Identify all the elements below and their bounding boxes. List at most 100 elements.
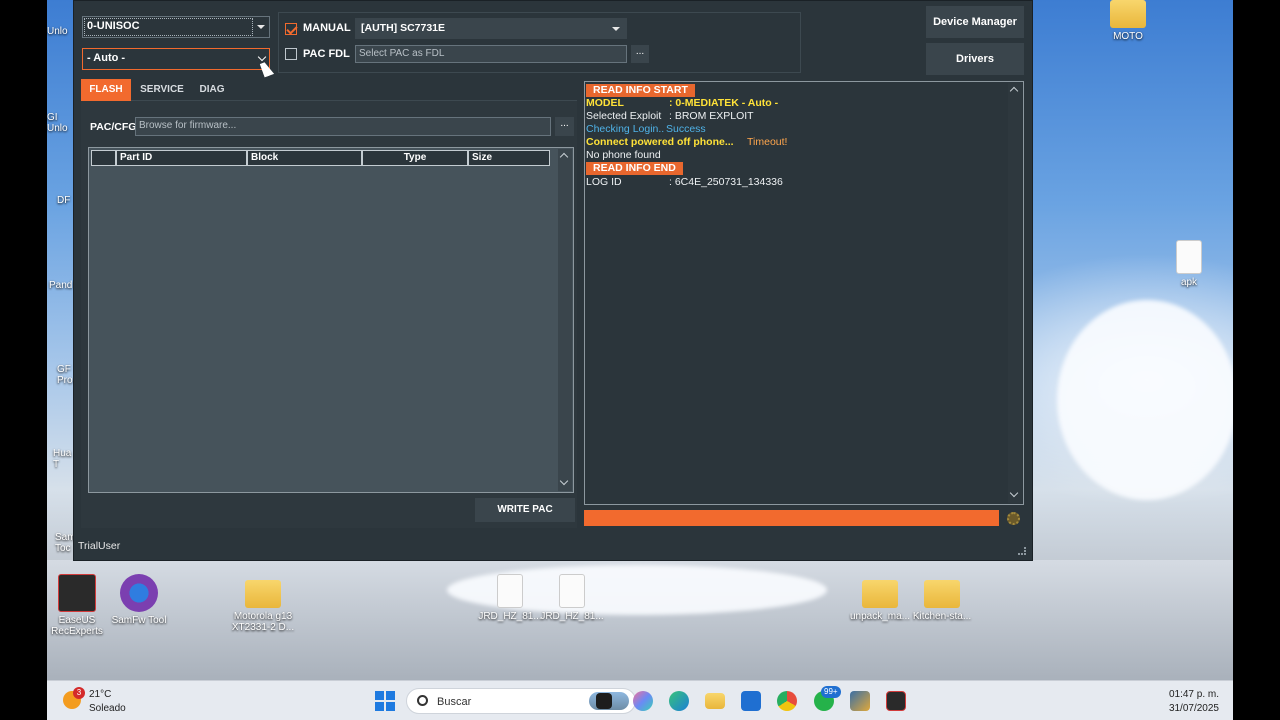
search-placeholder: Buscar (437, 696, 472, 708)
search-icon (417, 695, 428, 706)
device-manager-button[interactable]: Device Manager (926, 6, 1024, 38)
taskbar: 3 21°C Soleado Buscar 99+ 01:47 p. m. 31… (47, 680, 1233, 720)
folder-icon (862, 580, 898, 608)
platform-select-value: 0-UNISOC (87, 20, 140, 32)
log-no-phone: No phone found (586, 149, 661, 161)
auth-select-value: [AUTH] SC7731E (361, 22, 446, 34)
tab-flash[interactable]: FLASH (81, 79, 131, 101)
wallpaper-tree (1057, 300, 1233, 500)
desktop-icon-unpack[interactable]: unpack_ma... (847, 574, 913, 622)
letterbox-left (0, 0, 47, 720)
log-end-tag: READ INFO END (586, 162, 683, 175)
table-scrollbar[interactable] (558, 149, 572, 491)
tab-diag[interactable]: DIAG (191, 79, 233, 101)
status-user: TrialUser (78, 540, 121, 552)
desktop-icon-apk[interactable]: apk (1156, 240, 1222, 288)
manual-checkbox[interactable] (285, 23, 297, 35)
edge-browser-icon[interactable] (669, 691, 689, 711)
clock-time: 01:47 p. m. (1168, 689, 1219, 700)
desktop-icon-motorola-folder[interactable]: Motorola g13 XT2331-2 D... (230, 574, 296, 633)
tab-bar: FLASH SERVICE DIAG (81, 79, 577, 101)
log-scrollbar[interactable] (1008, 83, 1022, 503)
busy-gear-icon (1007, 512, 1020, 525)
scroll-down-icon[interactable] (559, 476, 569, 486)
mode-select-value: - Auto - (87, 52, 126, 64)
auth-select[interactable]: [AUTH] SC7731E (355, 18, 627, 39)
system-clock[interactable]: 01:47 p. m. 31/07/2025 (1169, 688, 1219, 716)
log-start-tag: READ INFO START (586, 84, 695, 97)
weather-condition: Soleado (89, 703, 126, 714)
desktop-icon-jrd-2[interactable]: JRD_HZ_81... (539, 574, 605, 622)
manual-label: MANUAL (303, 22, 351, 34)
desktop-icon-kitchen[interactable]: Kitchen-sta... (909, 574, 975, 622)
chevron-down-icon (257, 52, 267, 62)
firmware-input[interactable]: Browse for firmware... (135, 117, 551, 136)
desktop-icon-easeus[interactable]: EaseUS RecExperts (47, 574, 110, 637)
pac-fdl-checkbox[interactable] (285, 48, 297, 60)
weather-badge: 3 (73, 687, 85, 699)
firmware-browse-button[interactable]: ... (555, 117, 574, 136)
task-view-icon[interactable] (596, 693, 612, 709)
file-icon (559, 574, 585, 608)
table-header: Part ID Block Type Size (91, 150, 550, 166)
whatsapp-badge: 99+ (821, 686, 841, 698)
write-pac-button[interactable]: WRITE PAC (475, 498, 575, 522)
drivers-button[interactable]: Drivers (926, 43, 1024, 75)
pac-fdl-browse-button[interactable]: ... (631, 45, 649, 63)
desktop-icon-jrd-1[interactable]: JRD_HZ_81... (477, 574, 543, 622)
log-id-value: : 6C4E_250731_134336 (669, 176, 783, 188)
clock-date: 31/07/2025 (1168, 703, 1219, 714)
copilot-icon[interactable] (633, 691, 653, 711)
scroll-up-icon[interactable] (559, 152, 569, 162)
windows-start-icon[interactable] (375, 691, 395, 711)
scroll-up-icon[interactable] (1009, 86, 1019, 96)
desktop-icon-moto[interactable]: MOTO (1095, 0, 1161, 42)
file-icon (1176, 240, 1202, 274)
flash-tool-icon[interactable] (850, 691, 870, 711)
pac-fdl-input[interactable]: Select PAC as FDL (355, 45, 627, 63)
folder-icon (924, 580, 960, 608)
log-connect-timeout: Timeout! (747, 136, 788, 148)
folder-icon (1110, 0, 1146, 28)
platform-select[interactable]: 0-UNISOC (82, 16, 270, 38)
microsoft-store-icon[interactable] (741, 691, 761, 711)
chrome-browser-icon[interactable] (777, 691, 797, 711)
desktop-icon-partial[interactable]: Pand (49, 280, 75, 291)
file-icon (497, 574, 523, 608)
file-explorer-icon[interactable] (705, 693, 725, 709)
column-header-check[interactable] (91, 150, 116, 166)
column-header-size[interactable]: Size (468, 150, 550, 166)
log-model-key: MODEL (586, 97, 624, 109)
tab-service[interactable]: SERVICE (134, 79, 190, 101)
mode-select[interactable]: - Auto - (82, 48, 270, 70)
letterbox-right (1233, 0, 1280, 720)
progress-bar (584, 510, 999, 526)
chevron-down-icon (257, 25, 265, 29)
samfw-gear-icon (120, 574, 158, 612)
resize-grip-icon[interactable] (1018, 547, 1026, 555)
partition-table: Part ID Block Type Size (88, 147, 574, 493)
log-login-success: Success (666, 123, 706, 135)
column-header-block[interactable]: Block (247, 150, 362, 166)
app-window: 0-UNISOC - Auto - MANUAL [AUTH] SC7731E … (73, 0, 1033, 561)
desktop-icon-partial[interactable]: Unlo (47, 26, 73, 37)
log-id-key: LOG ID (586, 176, 622, 188)
desktop-icon-samfw[interactable]: SamFw Tool (106, 574, 172, 626)
log-model-value: : 0-MEDIATEK - Auto - (669, 97, 779, 109)
log-exploit-value: : BROM EXPLOIT (669, 110, 754, 122)
column-header-type[interactable]: Type (362, 150, 468, 166)
log-connect-prompt: Connect powered off phone... (586, 136, 734, 148)
easeus-recorder-icon (58, 574, 96, 612)
pac-cfg-label: PAC/CFG (90, 121, 137, 133)
easeus-recorder-taskbar-icon[interactable] (886, 691, 906, 711)
scroll-down-icon[interactable] (1009, 488, 1019, 498)
log-exploit-key: Selected Exploit (586, 110, 662, 122)
column-header-part-id[interactable]: Part ID (116, 150, 247, 166)
pac-fdl-label: PAC FDL (303, 48, 350, 60)
desktop-icon-partial[interactable]: GI Unlo (47, 112, 73, 134)
options-group: MANUAL [AUTH] SC7731E PAC FDL Select PAC… (278, 12, 801, 73)
log-login-checking: Checking Login.. (586, 123, 665, 135)
chevron-down-icon (612, 27, 620, 31)
log-console: READ INFO START MODEL : 0-MEDIATEK - Aut… (584, 81, 1024, 505)
weather-temp: 21°C (89, 689, 112, 700)
